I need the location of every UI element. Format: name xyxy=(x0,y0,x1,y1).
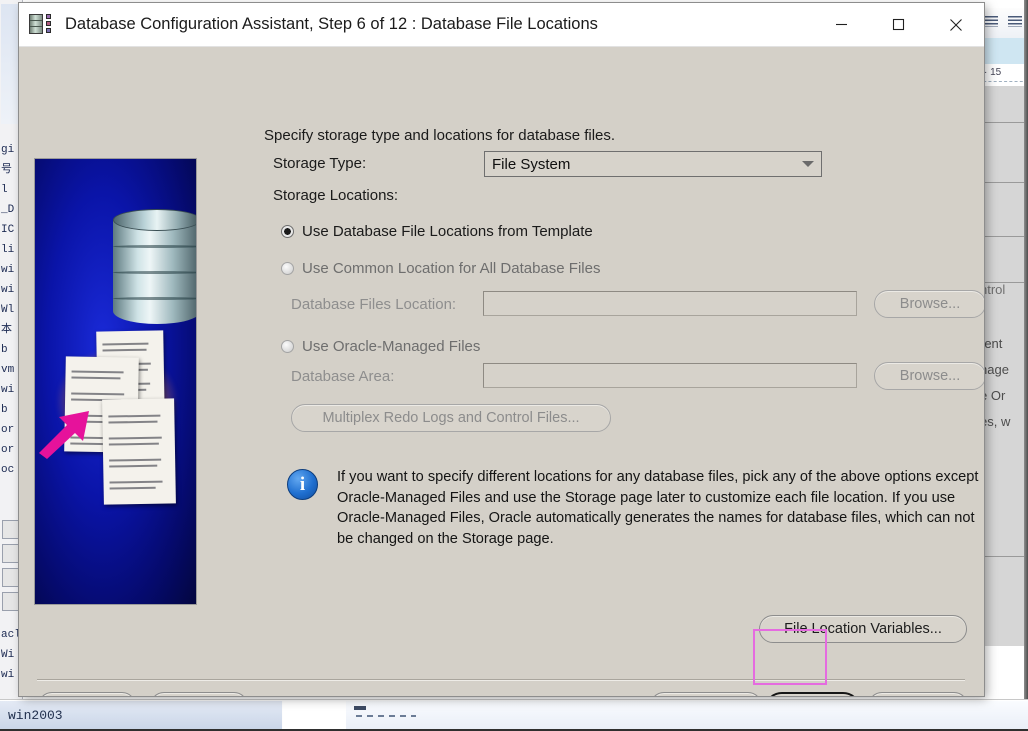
info-icon xyxy=(287,469,318,500)
radio-use-oracle-managed-files[interactable]: Use Oracle-Managed Files xyxy=(281,338,480,355)
radio-label: Use Common Location for All Database Fil… xyxy=(302,260,601,277)
radio-label: Use Database File Locations from Templat… xyxy=(302,223,593,240)
taskbar-item-win2003[interactable]: win2003 xyxy=(0,701,283,730)
next-button[interactable]: Next ⟩ xyxy=(764,692,861,696)
tray-dashes-icon xyxy=(356,715,416,717)
storage-type-label: Storage Type: xyxy=(273,155,367,172)
align-icon-2 xyxy=(1008,16,1022,27)
magenta-arrow-icon xyxy=(37,397,99,459)
maximize-button[interactable] xyxy=(870,3,927,46)
info-text: If you want to specify different locatio… xyxy=(337,469,979,547)
database-area-input[interactable] xyxy=(483,363,857,388)
radio-indicator-unselected xyxy=(281,340,294,353)
multiplex-redo-logs-button[interactable]: Multiplex Redo Logs and Control Files... xyxy=(291,404,611,432)
database-cylinder-graphic xyxy=(113,209,196,329)
storage-type-value: File System xyxy=(492,155,571,173)
database-area-label: Database Area: xyxy=(291,368,395,385)
back-button[interactable]: ⟨ Back xyxy=(650,692,762,696)
align-icon-1 xyxy=(984,16,998,27)
database-files-location-input[interactable] xyxy=(483,291,857,316)
minimize-icon xyxy=(836,23,847,26)
background-left-boxes xyxy=(2,520,19,616)
browse-database-area-button[interactable]: Browse... xyxy=(874,362,984,390)
radio-indicator-selected xyxy=(281,225,294,238)
finish-button[interactable]: Finish xyxy=(868,692,968,696)
dca-dialog-window: Database Configuration Assistant, Step 6… xyxy=(19,3,984,696)
window-controls xyxy=(813,3,984,46)
close-icon xyxy=(949,18,962,31)
document-sheet-graphic xyxy=(102,398,176,505)
close-button[interactable] xyxy=(927,3,984,46)
radio-use-common-location[interactable]: Use Common Location for All Database Fil… xyxy=(281,260,600,277)
database-files-location-label: Database Files Location: xyxy=(291,296,457,313)
radio-use-template[interactable]: Use Database File Locations from Templat… xyxy=(281,223,593,240)
background-right-edge xyxy=(1024,0,1028,700)
tray-blip-icon xyxy=(354,706,366,710)
dialog-body: Specify storage type and locations for d… xyxy=(19,47,984,696)
title-bar: Database Configuration Assistant, Step 6… xyxy=(19,3,984,47)
cancel-button[interactable]: Cancel xyxy=(38,692,136,696)
storage-type-select[interactable]: File System xyxy=(484,151,822,177)
background-right-document: ntrol rent nage e Or es, w xyxy=(978,86,1028,646)
storage-locations-label: Storage Locations: xyxy=(273,187,399,204)
radio-label: Use Oracle-Managed Files xyxy=(302,338,481,355)
background-left-strip xyxy=(1,4,20,124)
footer-divider xyxy=(37,679,965,681)
wizard-side-graphic xyxy=(34,158,197,605)
page-instruction: Specify storage type and locations for d… xyxy=(264,127,616,144)
background-fragment-2: nage xyxy=(980,362,1009,377)
file-location-variables-button[interactable]: File Location Variables... xyxy=(759,615,967,643)
taskbar: win2003 xyxy=(0,699,1028,731)
background-right-ruler xyxy=(978,38,1028,65)
window-title: Database Configuration Assistant, Step 6… xyxy=(65,15,598,33)
database-icon xyxy=(25,9,57,39)
background-right-toolbar xyxy=(978,8,1028,39)
background-right-pane: · 15 ntrol rent nage e Or es, w xyxy=(978,0,1028,700)
maximize-icon xyxy=(892,18,905,31)
minimize-button[interactable] xyxy=(813,3,870,46)
background-right-ruler-ticks: · 15 xyxy=(978,64,1028,82)
browse-database-files-location-button[interactable]: Browse... xyxy=(874,290,984,318)
help-button[interactable]: Help xyxy=(150,692,248,696)
radio-indicator-unselected xyxy=(281,262,294,275)
background-fragment-4: es, w xyxy=(980,414,1011,429)
chevron-down-icon xyxy=(795,161,821,167)
taskbar-tray xyxy=(345,701,1028,730)
